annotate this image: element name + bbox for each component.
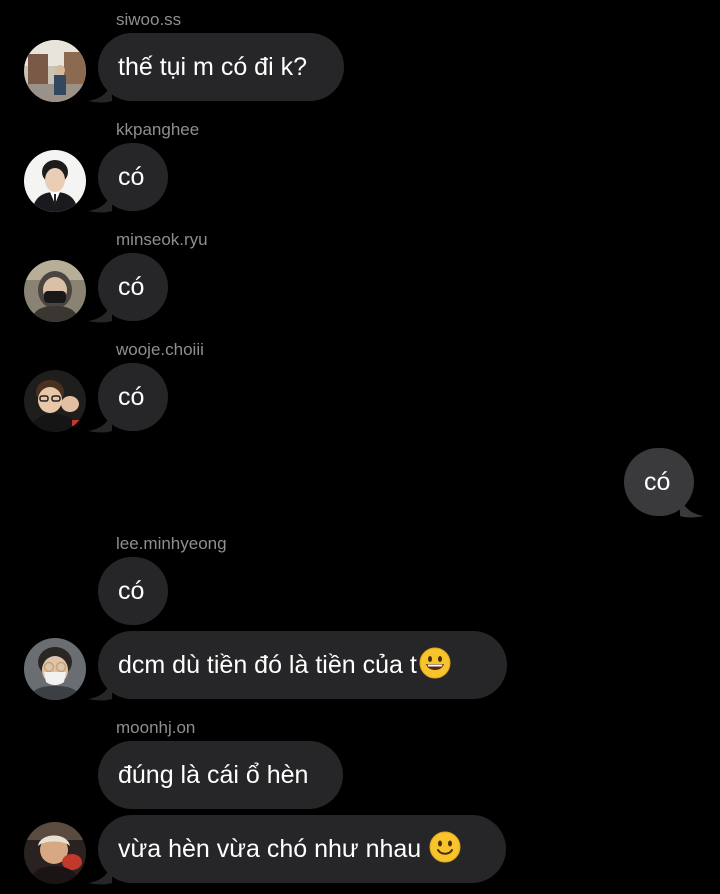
avatar[interactable] <box>24 150 86 212</box>
sender-name: minseok.ryu <box>116 230 208 249</box>
avatar[interactable] <box>24 260 86 322</box>
bubble-tail <box>88 677 112 701</box>
sender-name: moonhj.on <box>116 718 196 737</box>
avatar[interactable] <box>24 638 86 700</box>
message-text: có <box>118 273 145 301</box>
bubble-tail <box>680 494 704 518</box>
message-bubble[interactable]: đúng là cái ổ hèn <box>98 741 343 809</box>
message-bubble[interactable]: vừa hèn vừa chó như nhau <box>98 815 506 883</box>
slightly-smiling-face-emoji <box>429 831 461 863</box>
bubble-tail <box>88 861 112 885</box>
avatar[interactable] <box>24 40 86 102</box>
message-text: có <box>118 383 145 411</box>
message-text: thế tụi m có đi k? <box>118 53 307 81</box>
message-text: vừa hèn vừa chó như nhau <box>118 835 422 863</box>
message-text: có <box>644 468 671 496</box>
message-text: có <box>118 577 145 605</box>
bubble-tail <box>88 79 112 103</box>
message-bubble[interactable]: dcm dù tiền đó là tiền của t <box>98 631 507 699</box>
grinning-face-emoji <box>419 647 451 679</box>
sender-name: wooje.choiii <box>116 340 204 359</box>
bubble-tail <box>88 299 112 323</box>
bubble-tail <box>88 409 112 433</box>
avatar[interactable] <box>24 370 86 432</box>
sender-name: lee.minhyeong <box>116 534 227 553</box>
message-bubble[interactable]: có <box>98 557 168 625</box>
message-text: có <box>118 163 145 191</box>
message-text: dcm dù tiền đó là tiền của t <box>118 651 417 679</box>
sender-name: siwoo.ss <box>116 10 182 29</box>
message-bubble[interactable]: thế tụi m có đi k? <box>98 33 344 101</box>
bubble-tail <box>88 189 112 213</box>
sender-name: kkpanghee <box>116 120 200 139</box>
avatar[interactable] <box>24 822 86 884</box>
message-text: đúng là cái ổ hèn <box>118 761 309 789</box>
